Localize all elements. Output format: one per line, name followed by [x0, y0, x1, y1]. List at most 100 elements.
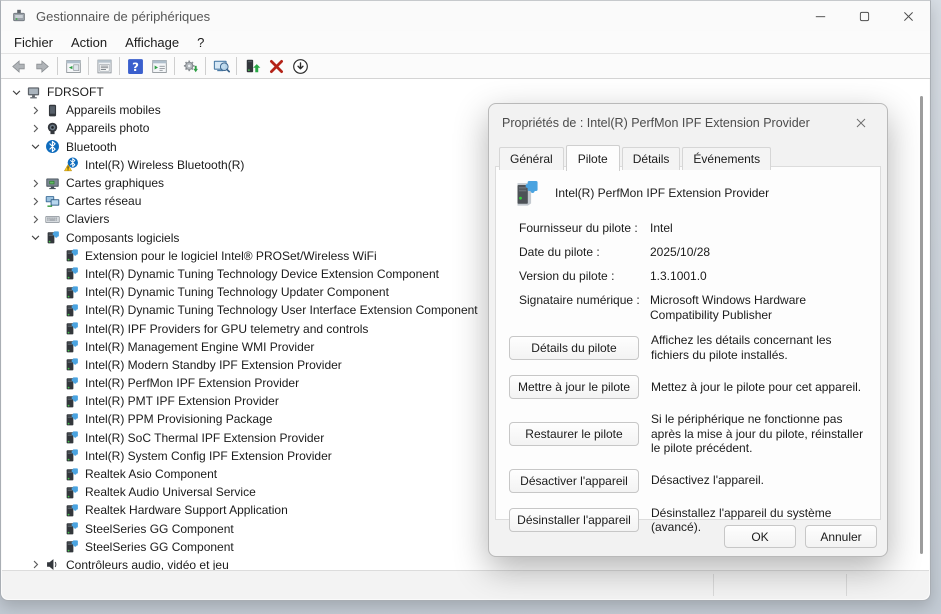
- update-driver-software-button[interactable]: [178, 55, 202, 77]
- software-component-icon: [63, 248, 80, 264]
- menu-fichier[interactable]: Fichier: [5, 33, 62, 52]
- tree-item-label: Realtek Hardware Support Application: [85, 503, 288, 517]
- action-description: Affichez les détails concernant les fich…: [651, 333, 868, 362]
- statusbar-separator: [846, 574, 847, 596]
- software-component-icon: [63, 357, 80, 373]
- forward-button[interactable]: [30, 55, 54, 77]
- software-component-icon: [63, 430, 80, 446]
- scan-computer-icon: [213, 58, 230, 75]
- tab-general[interactable]: Général: [499, 147, 564, 170]
- chevron-right-icon[interactable]: [27, 211, 44, 227]
- field-value: Microsoft Windows Hardware Compatibility…: [650, 293, 866, 323]
- chevron-right-icon[interactable]: [27, 175, 44, 191]
- desinstaller-l-appareil-button[interactable]: Désinstaller l'appareil: [509, 508, 639, 532]
- action-row: Détails du pilote Affichez les détails co…: [509, 333, 868, 362]
- toolbar-divider: [57, 57, 58, 75]
- tab-pilote[interactable]: Pilote: [566, 145, 620, 171]
- mettre-a-jour-le-pilote-button[interactable]: Mettre à jour le pilote: [509, 375, 639, 399]
- bluetooth-warning-icon: [63, 157, 80, 173]
- tree-item-label: Appareils photo: [66, 121, 149, 135]
- chevron-right-icon[interactable]: [27, 102, 44, 118]
- window-titlebar[interactable]: Gestionnaire de périphériques: [1, 1, 930, 31]
- camera-icon: [44, 120, 61, 136]
- tree-item-label: Intel(R) Modern Standby IPF Extension Pr…: [85, 358, 342, 372]
- disable-icon: [292, 58, 309, 75]
- display-adapter-icon: [44, 175, 61, 191]
- back-button[interactable]: [6, 55, 30, 77]
- forward-icon: [34, 58, 51, 75]
- action-pane-button[interactable]: [147, 55, 171, 77]
- chevron-right-icon[interactable]: [27, 557, 44, 571]
- expander-spacer: [46, 411, 63, 427]
- cancel-button[interactable]: Annuler: [805, 525, 877, 548]
- tree-item-label: Intel(R) Management Engine WMI Provider: [85, 340, 314, 354]
- tab-evenements[interactable]: Événements: [682, 147, 771, 170]
- software-component-icon: [63, 339, 80, 355]
- ok-button[interactable]: OK: [724, 525, 796, 548]
- expander-spacer: [46, 484, 63, 500]
- chevron-down-icon[interactable]: [27, 230, 44, 246]
- restaurer-le-pilote-button[interactable]: Restaurer le pilote: [509, 422, 639, 446]
- maximize-button[interactable]: [842, 1, 886, 31]
- svg-text:?: ?: [132, 59, 139, 73]
- scan-hardware-changes-button[interactable]: [209, 55, 233, 77]
- field-value: 1.3.1001.0: [650, 269, 866, 284]
- tab-details[interactable]: Détails: [622, 147, 681, 170]
- field-label: Signataire numérique :: [519, 293, 650, 323]
- tree-item-label: FDRSOFT: [47, 85, 104, 99]
- chevron-right-icon[interactable]: [27, 120, 44, 136]
- action-pane-icon: [151, 58, 168, 75]
- menu-item[interactable]: ?: [188, 33, 213, 52]
- action-description: Mettez à jour le pilote pour cet apparei…: [651, 380, 861, 395]
- disable-device-button[interactable]: [288, 55, 312, 77]
- properties-icon: [96, 58, 113, 75]
- software-component-icon: [63, 284, 80, 300]
- show-console-tree-button[interactable]: [61, 55, 85, 77]
- tree-item-fdrsoft[interactable]: FDRSOFT: [2, 83, 929, 101]
- menu-action[interactable]: Action: [62, 33, 116, 52]
- close-button[interactable]: [886, 1, 930, 31]
- dialog-titlebar[interactable]: Propriétés de : Intel(R) PerfMon IPF Ext…: [489, 104, 887, 142]
- field-row: Date du pilote :2025/10/28: [519, 245, 866, 260]
- gear-update-icon: [182, 58, 199, 75]
- expander-spacer: [46, 302, 63, 318]
- software-component-icon: [63, 375, 80, 391]
- expander-spacer: [46, 284, 63, 300]
- menubar: FichierActionAffichage?: [1, 31, 930, 54]
- chevron-down-icon[interactable]: [8, 84, 25, 100]
- update-driver-button[interactable]: [240, 55, 264, 77]
- tree-item-label: Extension pour le logiciel Intel® PROSet…: [85, 249, 377, 263]
- field-row: Version du pilote :1.3.1001.0: [519, 269, 866, 284]
- window-controls: [798, 1, 930, 31]
- menu-affichage[interactable]: Affichage: [116, 33, 188, 52]
- desactiver-l-appareil-button[interactable]: Désactiver l'appareil: [509, 469, 639, 493]
- software-component-icon: [63, 302, 80, 318]
- tree-item-label: Intel(R) Dynamic Tuning Technology User …: [85, 303, 478, 317]
- minimize-button[interactable]: [798, 1, 842, 31]
- dialog-title: Propriétés de : Intel(R) PerfMon IPF Ext…: [502, 116, 810, 130]
- uninstall-icon: [268, 58, 285, 75]
- expander-spacer: [46, 339, 63, 355]
- tree-item-label: Intel(R) PMT IPF Extension Provider: [85, 394, 279, 408]
- software-component-icon: [63, 448, 80, 464]
- properties-button[interactable]: [92, 55, 116, 77]
- dialog-close-button[interactable]: [848, 110, 874, 136]
- software-component-icon: [63, 521, 80, 537]
- chevron-right-icon[interactable]: [27, 193, 44, 209]
- details-du-pilote-button[interactable]: Détails du pilote: [509, 336, 639, 360]
- tree-scrollbar[interactable]: [920, 96, 923, 554]
- tree-item-label: Intel(R) SoC Thermal IPF Extension Provi…: [85, 431, 324, 445]
- tree-item-controleurs-audio-video-et-jeu[interactable]: Contrôleurs audio, vidéo et jeu: [2, 556, 929, 571]
- chevron-down-icon[interactable]: [27, 139, 44, 155]
- keyboard-icon: [44, 211, 61, 227]
- tree-item-label: Cartes graphiques: [66, 176, 164, 190]
- toolbar-divider: [174, 57, 175, 75]
- driver-update-icon: [244, 58, 261, 75]
- tree-item-label: Cartes réseau: [66, 194, 141, 208]
- uninstall-device-button[interactable]: [264, 55, 288, 77]
- action-row: Désactiver l'appareil Désactivez l'appare…: [509, 469, 868, 493]
- help-button[interactable]: ?: [123, 55, 147, 77]
- computer-icon: [25, 84, 42, 100]
- action-description: Désactivez l'appareil.: [651, 473, 764, 488]
- device-name: Intel(R) PerfMon IPF Extension Provider: [555, 186, 769, 200]
